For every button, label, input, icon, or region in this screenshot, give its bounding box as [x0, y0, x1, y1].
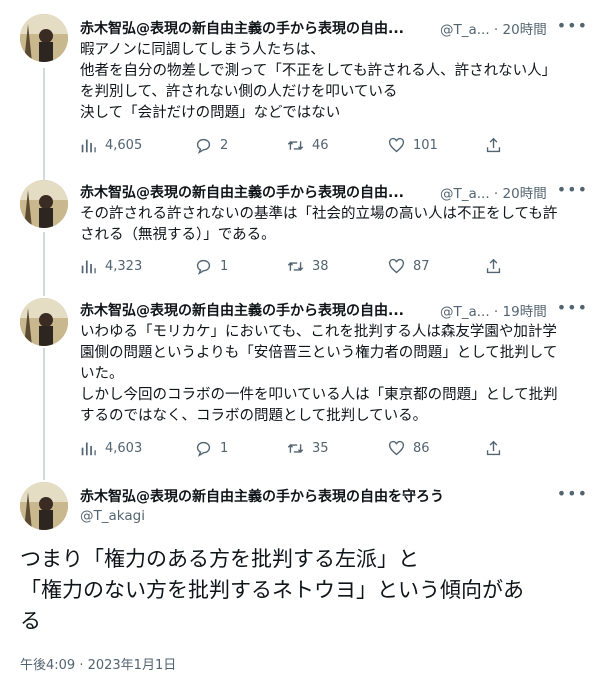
author-name[interactable]: 赤木智弘@表現の新自由主義の手から表現の自由... [80, 21, 404, 37]
like-count: 101 [413, 138, 438, 153]
retweet-icon [287, 444, 304, 453]
handle-time[interactable]: @T_a... · 19時間 [440, 300, 547, 320]
heart-icon [388, 258, 405, 274]
author-name[interactable]: 赤木智弘@表現の新自由主義の手から表現の自由... [80, 303, 404, 319]
retweet-icon [287, 262, 304, 271]
views-button[interactable]: 4,603 [80, 440, 142, 457]
more-dots-icon[interactable]: ••• [557, 484, 588, 503]
heart-icon [388, 137, 405, 153]
reply-count: 1 [220, 259, 229, 274]
share-icon [486, 258, 501, 274]
text-line: その許される許されないの基準は「社会的立場の高い人は不正をしても許 [80, 206, 558, 222]
text-line: 暇アノンに同調してしまう人たちは、 [80, 42, 325, 58]
share-button[interactable] [485, 258, 502, 275]
reply-button[interactable]: 2 [195, 137, 228, 154]
avatar[interactable] [20, 180, 68, 228]
retweet-count: 35 [312, 441, 329, 456]
more-dots-icon[interactable]: ••• [557, 298, 588, 317]
reply-bubble-icon [196, 259, 211, 275]
views-button[interactable]: 4,323 [80, 258, 142, 275]
like-count: 87 [413, 259, 430, 274]
reply-count: 1 [220, 441, 229, 456]
views-count: 4,605 [105, 138, 143, 153]
reply-count: 2 [220, 138, 229, 153]
heart-icon [388, 440, 405, 456]
like-button[interactable]: 86 [388, 440, 430, 457]
retweet-count: 46 [312, 138, 329, 153]
text-line: される（無視する）」である。 [80, 227, 276, 243]
text-line: いわゆる「モリカケ」においても、これを批判する人は森友学園や加計学 [80, 324, 557, 340]
thread-line [43, 68, 45, 180]
reply-button[interactable]: 1 [195, 440, 228, 457]
text-line: る [20, 609, 41, 633]
bar-chart-icon [81, 139, 96, 153]
tweet-text: いわゆる「モリカケ」においても、これを批判する人は森友学園や加計学 園側の問題と… [80, 322, 580, 427]
action-bar: 4,603 1 35 86 [80, 440, 520, 460]
retweet-count: 38 [312, 259, 329, 274]
share-button[interactable] [485, 440, 502, 457]
handle-time[interactable]: @T_a... · 20時間 [440, 182, 547, 202]
retweet-icon [287, 141, 304, 150]
tweet-text: 暇アノンに同調してしまう人たちは、 他者を自分の物差しで測って「不正をしても許さ… [80, 40, 580, 124]
text-line: を判別して、許されない側の人だけを叩いている [80, 84, 398, 100]
bar-chart-icon [81, 442, 96, 456]
tweet-text: その許される許されないの基準は「社会的立場の高い人は不正をしても許 される（無視… [80, 204, 580, 246]
bar-chart-icon [81, 260, 96, 274]
avatar[interactable] [20, 298, 68, 346]
author-handle[interactable]: @T_akagi [80, 508, 145, 524]
views-button[interactable]: 4,605 [80, 137, 142, 154]
avatar[interactable] [20, 14, 68, 62]
action-bar: 4,323 1 38 87 [80, 258, 520, 278]
text-line: 「権力のない方を批判するネトウヨ」という傾向があ [20, 578, 524, 602]
share-icon [486, 440, 501, 456]
reply-button[interactable]: 1 [195, 258, 228, 275]
timestamp[interactable]: 午後4:09 · 2023年1月1日 [20, 654, 176, 673]
text-line: するのではなく、コラボの問題として批判している。 [80, 408, 428, 424]
views-count: 4,603 [105, 441, 143, 456]
reply-bubble-icon [196, 138, 211, 154]
retweet-button[interactable]: 38 [287, 258, 329, 275]
text-line: 他者を自分の物差しで測って「不正をしても許される人、許されない人」 [80, 63, 557, 79]
avatar[interactable] [20, 482, 68, 530]
like-button[interactable]: 101 [388, 137, 438, 154]
author-name[interactable]: 赤木智弘@表現の新自由主義の手から表現の自由... [80, 185, 404, 201]
views-count: 4,323 [105, 259, 143, 274]
like-button[interactable]: 87 [388, 258, 430, 275]
text-line: しかし今回のコラボの一件を叩いている人は「東京都の問題」として批判 [80, 387, 558, 403]
retweet-button[interactable]: 46 [287, 137, 329, 154]
text-line: 決して「会計だけの問題」などではない [80, 105, 341, 121]
handle-time[interactable]: @T_a... · 20時間 [440, 18, 547, 38]
like-count: 86 [413, 441, 430, 456]
text-line: 園側の問題というよりも「安倍晋三という権力者の問題」として批判して [80, 345, 558, 361]
more-dots-icon[interactable]: ••• [557, 180, 588, 199]
share-icon [486, 137, 501, 153]
text-line: つまり「権力のある方を批判する左派」と [20, 547, 419, 571]
thread-line [43, 348, 45, 480]
text-line: いた。 [80, 366, 124, 382]
retweet-button[interactable]: 35 [287, 440, 329, 457]
more-dots-icon[interactable]: ••• [557, 16, 588, 35]
main-tweet-text: つまり「権力のある方を批判する左派」と 「権力のない方を批判するネトウヨ」という… [20, 544, 590, 637]
share-button[interactable] [485, 137, 502, 154]
action-bar: 4,605 2 46 101 [80, 137, 520, 157]
author-name[interactable]: 赤木智弘@表現の新自由主義の手から表現の自由を守ろう [80, 486, 588, 506]
thread-line [43, 232, 45, 296]
reply-bubble-icon [196, 441, 211, 457]
